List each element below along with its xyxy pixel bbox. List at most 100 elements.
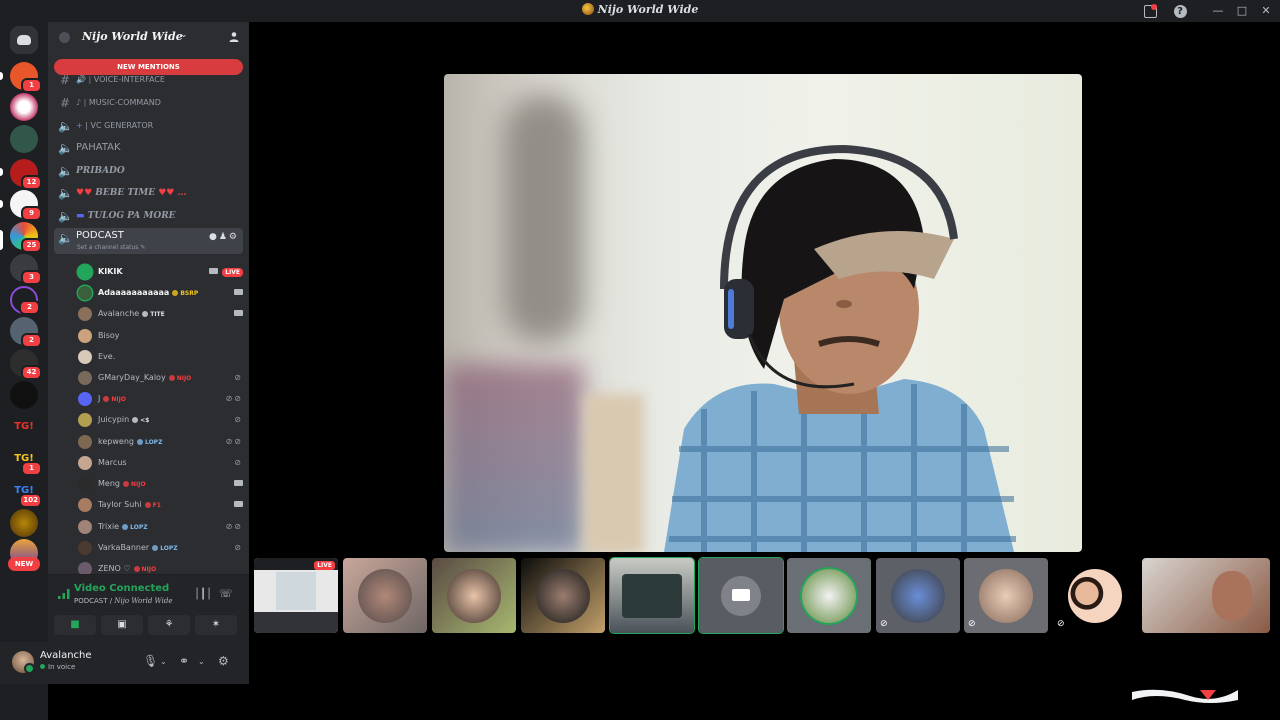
participant-tile[interactable] — [609, 557, 695, 634]
server-icon[interactable]: 2 — [10, 317, 42, 348]
unread-badge: 42 — [21, 365, 42, 380]
avatar[interactable] — [12, 651, 35, 674]
chevron-down-icon[interactable]: ⌄ — [160, 657, 167, 666]
channel-vc-generator[interactable]: 🔈 + | VC GENERATOR — [54, 116, 243, 136]
server-icon[interactable] — [10, 381, 38, 409]
settings-icon: ⚙ — [228, 232, 239, 242]
channel-voice-interface[interactable]: # 🔊 | VOICE-INTERFACE — [54, 70, 243, 90]
hashtag-icon: # — [59, 73, 71, 87]
channel-pahatak[interactable]: 🔈 PAHATAK — [54, 138, 243, 158]
chevron-down-icon[interactable]: ⌄ — [198, 657, 205, 666]
participant-tile[interactable]: ⊘ — [876, 558, 960, 633]
avatar — [78, 520, 92, 534]
help-icon[interactable]: ? — [1171, 2, 1189, 20]
server-icon[interactable]: TG! 1 — [10, 445, 42, 476]
soundboard-button[interactable]: ✶ — [195, 615, 237, 635]
user-settings-icon[interactable]: ⚙ — [218, 654, 229, 668]
inbox-icon[interactable] — [1141, 2, 1159, 20]
channel-music-command[interactable]: # ♪ | MUSIC-COMMAND — [54, 93, 243, 113]
channel-status-prompt[interactable]: Set a channel status ✎ — [77, 244, 145, 251]
participant-tile[interactable]: ⊘ — [964, 558, 1048, 633]
voice-user[interactable]: Juicypin <$ ⊘ — [78, 410, 243, 430]
invite-people-icon[interactable] — [228, 31, 240, 43]
participant-tile[interactable] — [1142, 558, 1270, 633]
participant-tile[interactable] — [698, 557, 784, 634]
avatar — [78, 371, 92, 385]
activities-button[interactable]: ⚘ — [148, 615, 190, 635]
server-icon[interactable]: 2 — [10, 286, 40, 315]
participant-tile[interactable]: ⊘ — [1053, 558, 1137, 633]
unread-badge: 2 — [19, 300, 40, 315]
new-unreads-pill[interactable]: NEW — [8, 557, 40, 571]
server-icon[interactable]: 42 — [10, 349, 42, 380]
microphone-icon[interactable]: 🎙︎ — [143, 654, 158, 668]
server-icon[interactable]: 25 — [10, 222, 42, 253]
server-icon[interactable]: TG! 102 — [10, 477, 42, 508]
voice-user[interactable]: Trixie LOPZ ⊘⊘ — [78, 517, 243, 537]
server-icon[interactable]: 12 — [10, 159, 42, 190]
voice-location[interactable]: PODCAST / Nijo World Wide — [74, 597, 172, 605]
server-header[interactable]: Nijo World Wide ⌄ — [48, 22, 249, 54]
voice-user[interactable]: Adaaaaaaaaaaa BSRP — [78, 283, 243, 303]
voice-user[interactable]: Taylor Suhi F1 — [78, 495, 243, 515]
voice-user[interactable]: Marcus ⊘ — [78, 453, 243, 473]
server-icon[interactable]: 1 — [10, 62, 42, 93]
voice-user[interactable]: J NIJO ⊘⊘ — [78, 389, 243, 409]
speaker-icon: 🔈 — [58, 209, 73, 223]
noise-suppression-icon[interactable]: │┃│ — [194, 589, 212, 600]
server-icon[interactable]: 9 — [10, 190, 42, 221]
voice-user[interactable]: KIKIK LIVE — [78, 262, 243, 282]
unread-indicator — [0, 168, 3, 176]
selected-indicator — [0, 230, 3, 250]
channel-actions[interactable]: ●♟⚙ — [209, 232, 239, 242]
muted-icon: ⊘ — [234, 543, 243, 552]
muted-deafened-icons: ⊘⊘ — [225, 522, 243, 531]
channel-tulog-pa-more[interactable]: 🔈 ▬ TULOG PA MORE — [54, 206, 243, 226]
participant-tile[interactable] — [432, 558, 516, 633]
server-rail: 1 12 9 25 3 2 2 42 TG! TG! 1 TG! 102 NEW — [0, 22, 48, 720]
participant-tile[interactable]: LIVE — [254, 558, 338, 633]
voice-user[interactable]: GMaryDay_Kaloy NIJO ⊘ — [78, 368, 243, 388]
participant-tile[interactable] — [521, 558, 605, 633]
camera-icon — [732, 589, 750, 601]
server-icon[interactable] — [10, 125, 38, 153]
voice-user[interactable]: VarkaBanner LOPZ ⊘ — [78, 538, 243, 558]
camera-button[interactable]: ■ — [54, 615, 96, 635]
main-video-feed[interactable] — [444, 74, 1082, 552]
camera-icon — [208, 268, 218, 274]
user-status: In voice — [40, 663, 75, 671]
avatar — [78, 498, 92, 512]
unread-badge: 102 — [19, 493, 42, 508]
channel-bebe-time[interactable]: 🔈 ♥♥ BEBE TIME ♥♥ … — [54, 183, 243, 203]
server-logo-icon — [581, 3, 594, 15]
muted-deafened-icons: ⊘⊘ — [225, 394, 243, 403]
participant-tile[interactable] — [343, 558, 427, 633]
voice-user[interactable]: Eve. — [78, 347, 243, 367]
voice-user[interactable]: kepweng LOPZ ⊘⊘ — [78, 432, 243, 452]
participant-tile[interactable] — [787, 558, 871, 633]
server-icon[interactable]: 3 — [10, 254, 42, 285]
voice-user[interactable]: Bisoy — [78, 326, 243, 346]
channel-pribado[interactable]: 🔈 PRIBADO — [54, 161, 243, 181]
channel-podcast[interactable]: 🔈 PODCAST Set a channel status ✎ ●♟⚙ — [54, 228, 243, 254]
screen-share-button[interactable]: ▣ — [101, 615, 143, 635]
server-icon[interactable] — [10, 509, 38, 537]
connection-signal-icon[interactable] — [58, 589, 70, 599]
minimize-button[interactable]: — — [1209, 2, 1227, 20]
muted-icon: ⊘ — [1057, 619, 1065, 629]
headphones-icon[interactable]: ⚭ — [179, 654, 189, 668]
voice-status[interactable]: Video Connected — [74, 583, 169, 594]
server-icon[interactable] — [10, 93, 38, 121]
close-button[interactable]: ✕ — [1257, 2, 1275, 20]
voice-user[interactable]: Avalanche TITE — [78, 304, 243, 324]
muted-icon: ⊘ — [234, 373, 243, 382]
maximize-button[interactable]: □ — [1233, 2, 1251, 20]
avatar — [78, 307, 92, 321]
home-button[interactable] — [10, 26, 38, 54]
unread-badge: 12 — [21, 175, 42, 190]
server-icon[interactable]: TG! — [10, 413, 38, 441]
voice-user[interactable]: Meng NIJO — [78, 474, 243, 494]
username[interactable]: Avalanche — [40, 650, 92, 661]
muted-deafened-icons: ⊘⊘ — [225, 437, 243, 446]
disconnect-icon[interactable]: ☏ — [219, 587, 233, 600]
